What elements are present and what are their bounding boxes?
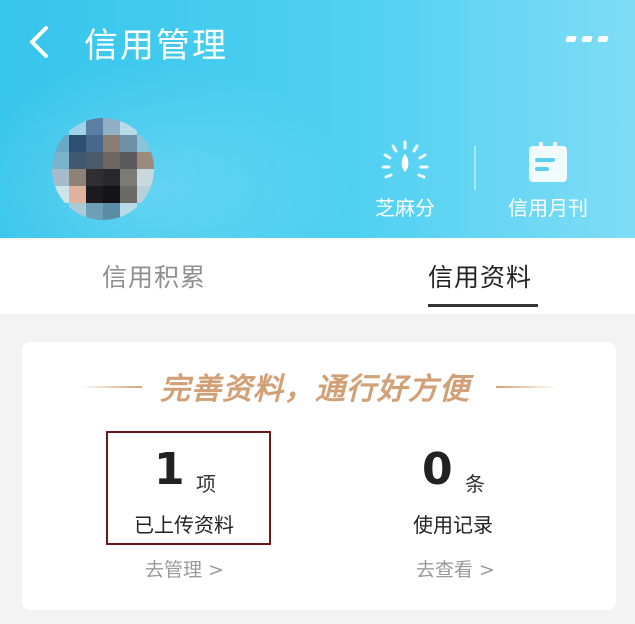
slogan-line-right	[496, 386, 558, 388]
view-link[interactable]: 去查看 >	[416, 555, 495, 582]
tab-credit-materials[interactable]: 信用资料	[428, 258, 532, 294]
credit-monthly-label: 信用月刊	[508, 196, 588, 220]
chevron-left-icon[interactable]	[22, 22, 62, 62]
zhima-score-icon	[381, 140, 429, 179]
tab-credit-accumulation[interactable]: 信用积累	[102, 258, 206, 294]
usage-count: 0	[422, 444, 453, 495]
divider	[474, 146, 476, 190]
manage-link[interactable]: 去管理 >	[145, 555, 224, 582]
zhima-score-label: 芝麻分	[375, 196, 435, 220]
slogan-line-left	[80, 386, 142, 388]
page-title: 信用管理	[84, 26, 228, 66]
usage-label: 使用记录	[413, 513, 493, 537]
header-bar: 信用管理 芝麻分 信用月刊	[0, 0, 635, 238]
tab-bar: 信用积累 信用资料	[0, 238, 635, 314]
usage-unit: 条	[465, 472, 485, 496]
more-icon[interactable]	[564, 32, 610, 46]
uploaded-materials-box[interactable]	[106, 431, 271, 545]
avatar[interactable]	[52, 118, 154, 220]
active-tab-indicator	[428, 304, 538, 307]
calendar-icon	[529, 142, 567, 182]
slogan-text: 完善资料，通行好方便	[160, 372, 470, 407]
